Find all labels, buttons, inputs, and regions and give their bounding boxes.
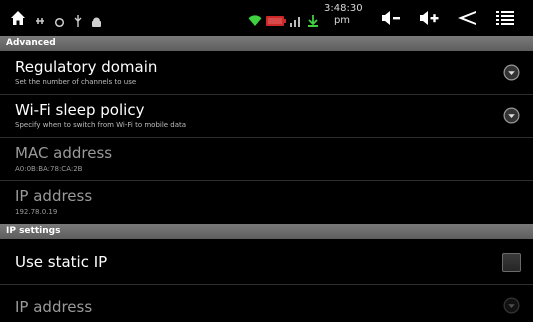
status-bar: 3:48:30 pm <box>0 0 533 36</box>
system-icons <box>248 0 318 36</box>
home-icon[interactable] <box>10 10 26 26</box>
android-icon <box>91 13 102 27</box>
pref-title: Use static IP <box>15 253 108 271</box>
chevron-down-icon <box>503 64 520 81</box>
battery-icon <box>266 12 286 26</box>
chevron-down-icon <box>503 297 520 314</box>
volume-up-button[interactable] <box>410 0 448 36</box>
volume-down-icon <box>381 10 401 26</box>
pref-use-static-ip[interactable]: Use static IP <box>0 239 533 285</box>
usb-debug-icon <box>73 12 83 27</box>
use-static-ip-checkbox[interactable] <box>502 253 521 272</box>
nav-buttons <box>372 0 524 36</box>
back-button[interactable] <box>448 0 486 36</box>
usb-icon <box>34 12 46 24</box>
pref-mac-address: MAC address A0:0B:BA:78:CA:2B <box>0 138 533 181</box>
volume-up-icon <box>419 10 439 26</box>
pref-title: IP address <box>15 187 93 205</box>
wifi-icon <box>248 12 262 26</box>
back-icon <box>457 10 477 26</box>
pref-summary: Set the number of channels to use <box>15 78 137 86</box>
pref-ip-address: IP address 192.78.0.19 <box>0 181 533 224</box>
menu-button[interactable] <box>486 0 524 36</box>
section-header-ip-settings: IP settings <box>0 224 533 239</box>
pref-wifi-sleep-policy[interactable]: Wi-Fi sleep policy Specify when to switc… <box>0 95 533 138</box>
signal-icon <box>290 12 304 27</box>
pref-title: Regulatory domain <box>15 58 158 76</box>
pref-static-ip-address: IP address <box>0 285 533 322</box>
volume-down-button[interactable] <box>372 0 410 36</box>
mac-address-value: A0:0B:BA:78:CA:2B <box>15 165 83 173</box>
menu-icon <box>496 10 514 26</box>
pref-summary: Specify when to switch from Wi-Fi to mob… <box>15 121 187 129</box>
notification-icons <box>10 0 102 36</box>
pref-regulatory-domain[interactable]: Regulatory domain Set the number of chan… <box>0 51 533 95</box>
ip-address-value: 192.78.0.19 <box>15 208 58 216</box>
pref-title: IP address <box>15 298 93 316</box>
pref-title: MAC address <box>15 144 113 162</box>
chevron-down-icon <box>503 107 520 124</box>
section-header-advanced: Advanced <box>0 36 533 51</box>
download-icon <box>308 12 318 27</box>
clock: 3:48:30 pm <box>324 3 363 26</box>
sync-icon <box>54 13 65 27</box>
pref-title: Wi-Fi sleep policy <box>15 101 145 119</box>
